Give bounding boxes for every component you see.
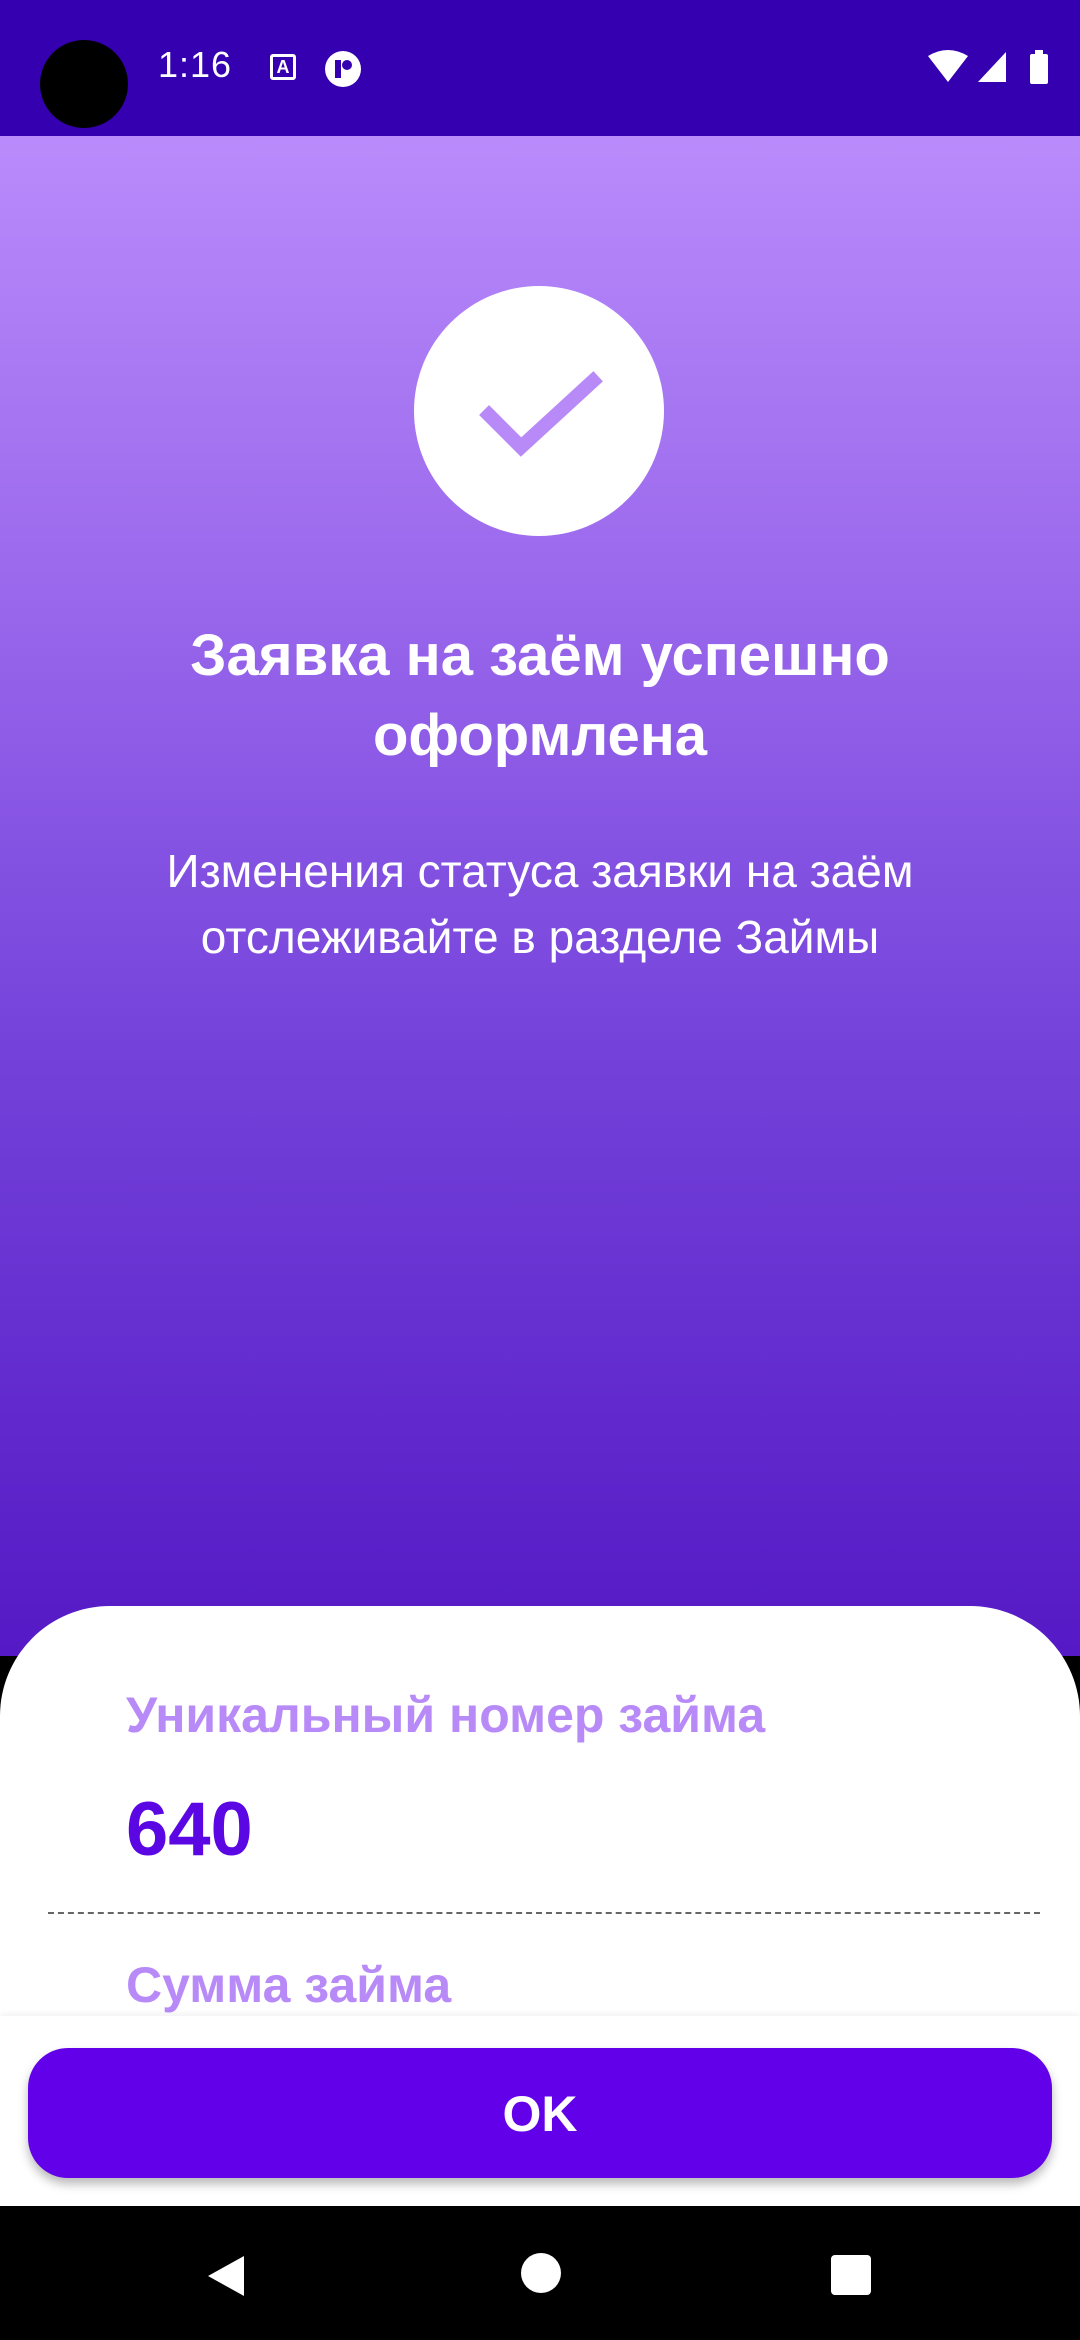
app-notification-icon: [325, 51, 361, 87]
wifi-icon: [928, 50, 968, 82]
system-status-icons: [928, 50, 1048, 84]
recents-icon[interactable]: [830, 2254, 872, 2296]
success-subtitle: Изменения статуса заявки на заём отслежи…: [166, 845, 914, 963]
home-icon[interactable]: [520, 2252, 562, 2294]
loan-number-value: 640: [126, 1787, 253, 1872]
checkmark-icon: [479, 371, 603, 457]
ok-button[interactable]: OK: [28, 2048, 1052, 2178]
success-title: Заявка на заём успешно оформлена: [190, 623, 890, 768]
battery-icon: [1030, 54, 1048, 84]
divider: [48, 1912, 1040, 1914]
signal-icon: [978, 52, 1006, 82]
success-badge: [414, 286, 664, 536]
text-notification-icon: A: [270, 54, 296, 80]
status-bar: 1:16 A: [0, 0, 1080, 136]
loan-sum-label: Сумма займа: [126, 1957, 452, 2013]
system-nav-bar: [0, 2206, 1080, 2340]
success-hero: Заявка на заём успешно оформлена Изменен…: [0, 136, 1080, 1656]
status-time: 1:16: [158, 44, 233, 85]
camera-icon: [40, 40, 128, 128]
back-icon[interactable]: [204, 2254, 248, 2298]
loan-number-label: Уникальный номер займа: [126, 1687, 766, 1743]
